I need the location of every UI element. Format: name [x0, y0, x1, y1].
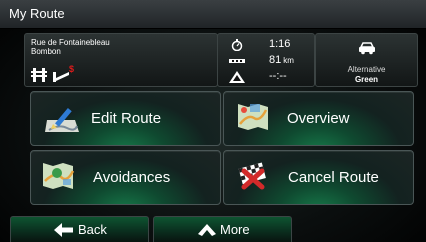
cancel-route-label: Cancel Route [288, 169, 379, 186]
cancel-route-flag-icon [238, 162, 266, 190]
route-alternative-value: Green [354, 75, 379, 84]
back-label: Back [78, 222, 107, 237]
route-alternative-label: Alternative [347, 65, 386, 74]
route-stats-panel: 1:16 81 km --:-- [217, 33, 315, 87]
edit-route-label: Edit Route [91, 110, 162, 127]
avoidances-map-icon [43, 163, 75, 189]
more-label: More [220, 222, 250, 237]
edit-route-button[interactable]: Edit Route [30, 91, 221, 146]
route-signs: $ [31, 64, 74, 82]
address-city: Bombon [31, 47, 61, 56]
more-button[interactable]: More [153, 216, 292, 242]
stat-distance: 81 km [218, 54, 314, 68]
warning-triangle-icon [229, 71, 245, 83]
page-title: My Route [9, 6, 65, 21]
stat-warning: --:-- [218, 70, 314, 84]
stat-time-value: 1:16 [269, 38, 291, 50]
avoidances-label: Avoidances [93, 169, 171, 186]
destination-address: Rue de Fontainebleau Bombon [31, 38, 110, 56]
distance-icon [229, 59, 245, 63]
overview-label: Overview [287, 110, 350, 127]
chevron-up-icon [198, 224, 216, 236]
stopwatch-icon [231, 39, 243, 51]
back-button[interactable]: Back [10, 216, 149, 242]
my-route-screen: My Route Rue de Fontainebleau Bombon $ 1… [0, 0, 426, 242]
stat-distance-unit: km [283, 56, 294, 65]
route-alternative-panel[interactable]: Alternative Green [315, 33, 418, 87]
stat-warning-value: --:-- [269, 70, 287, 82]
overview-map-icon [238, 104, 268, 130]
stat-distance-value: 81 km [269, 54, 294, 66]
svg-text:$: $ [69, 64, 74, 74]
title-bar: My Route [0, 0, 426, 29]
address-street: Rue de Fontainebleau [31, 38, 110, 47]
toll-road-icon: $ [53, 64, 74, 82]
stat-time: 1:16 [218, 38, 314, 52]
edit-route-icon [45, 108, 79, 132]
cancel-route-button[interactable]: Cancel Route [223, 150, 414, 205]
route-destination-panel: Rue de Fontainebleau Bombon $ [24, 33, 218, 87]
back-arrow-icon [54, 223, 73, 237]
car-icon [359, 42, 375, 55]
highway-icon [31, 68, 47, 82]
overview-button[interactable]: Overview [223, 91, 414, 146]
avoidances-button[interactable]: Avoidances [30, 150, 221, 205]
